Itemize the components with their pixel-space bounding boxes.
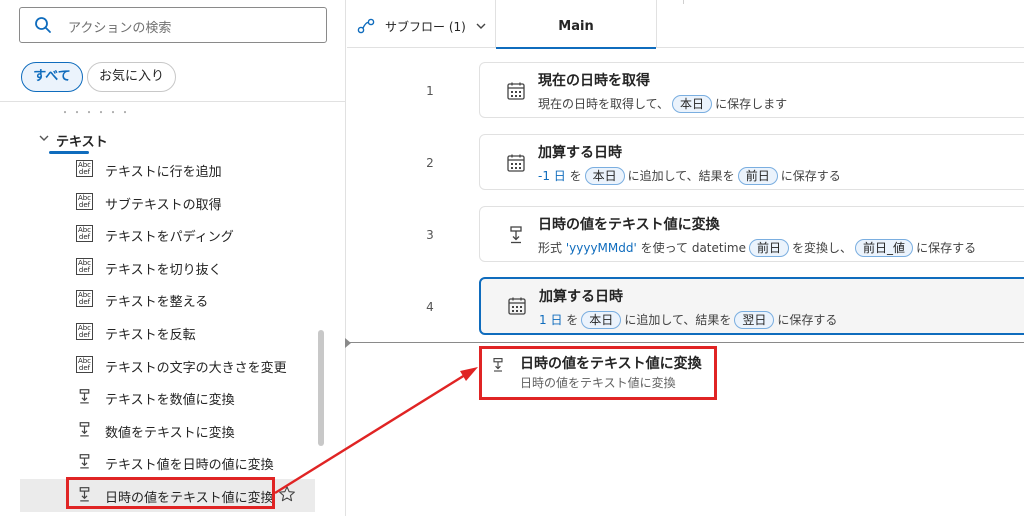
annotation-arrow	[274, 367, 478, 495]
